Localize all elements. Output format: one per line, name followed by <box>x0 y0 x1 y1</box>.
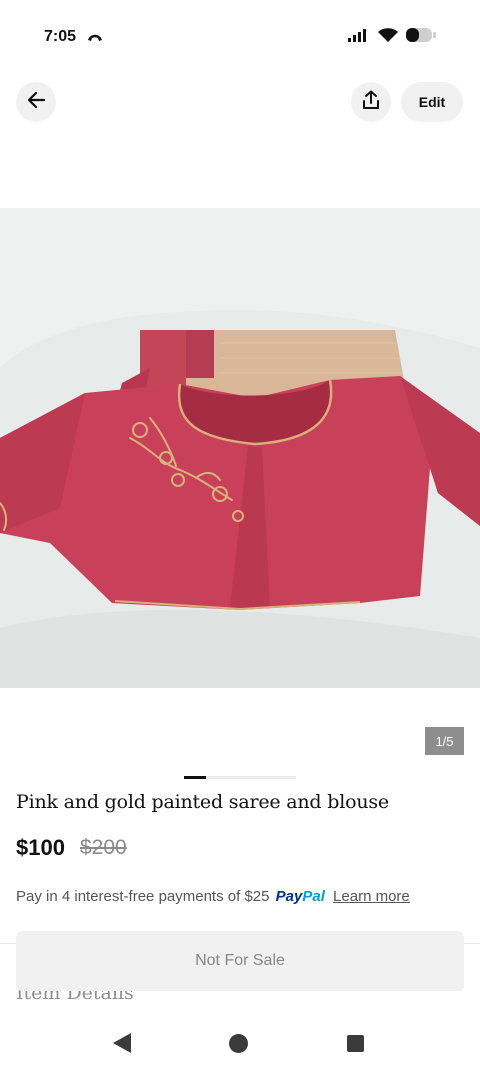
listing-title: Pink and gold painted saree and blouse <box>16 791 389 813</box>
status-time: 7:05 <box>44 28 77 45</box>
installments-text: Pay in 4 interest-free payments of $25 <box>16 888 270 905</box>
status-bar: 7:05 <box>0 0 480 76</box>
signal-icon <box>348 28 370 47</box>
not-for-sale-button[interactable]: Not For Sale <box>16 931 464 991</box>
pager-active-segment <box>184 776 207 779</box>
original-price: $200 <box>80 836 127 859</box>
nav-recents-icon[interactable] <box>347 1035 364 1052</box>
call-icon <box>86 30 104 48</box>
paypal-installments: Pay in 4 interest-free payments of $25 P… <box>16 888 410 905</box>
paypal-logo-pay: Pay <box>275 888 303 905</box>
share-icon <box>361 90 381 115</box>
battery-icon <box>406 28 436 47</box>
product-photo[interactable] <box>0 208 480 688</box>
paypal-logo: PayPal <box>276 888 325 905</box>
edit-button[interactable]: Edit <box>401 82 463 122</box>
learn-more-link[interactable]: Learn more <box>333 888 410 905</box>
arrow-left-icon <box>26 90 46 115</box>
share-button[interactable] <box>351 82 391 122</box>
paypal-logo-pal: Pal <box>302 888 325 905</box>
gallery-pager[interactable] <box>184 776 296 779</box>
image-counter: 1/5 <box>425 727 464 755</box>
status-icons <box>348 28 436 47</box>
wifi-icon <box>378 28 398 47</box>
listing-price: $100 <box>16 835 65 860</box>
back-button[interactable] <box>16 82 56 122</box>
nav-home-icon[interactable] <box>229 1034 248 1053</box>
nav-back-icon[interactable] <box>113 1033 132 1058</box>
